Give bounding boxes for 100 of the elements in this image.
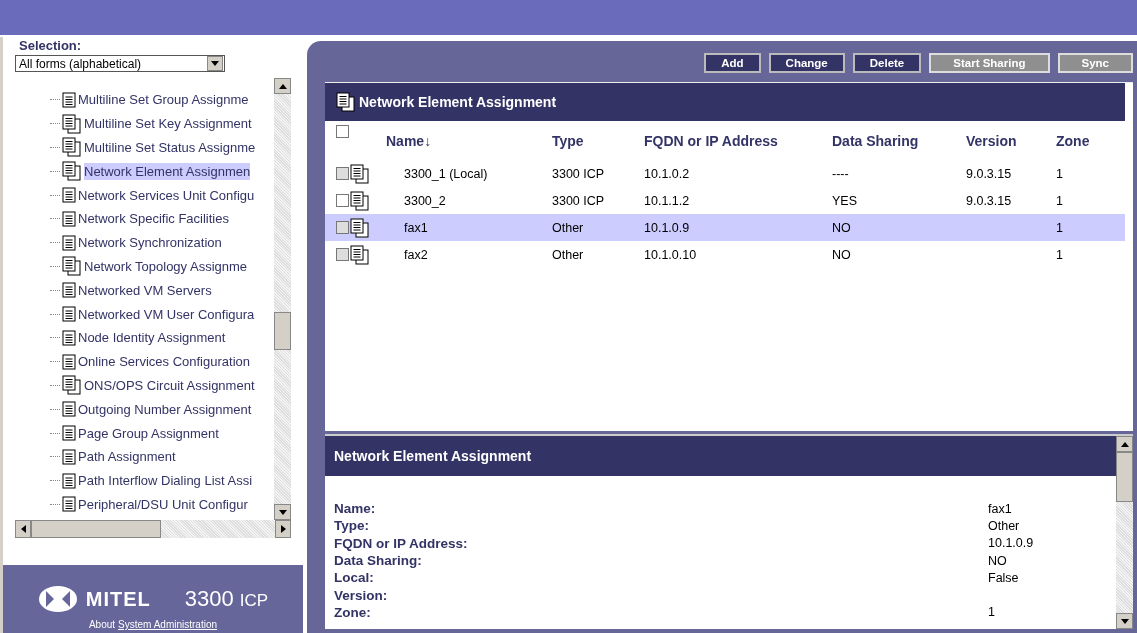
- tree-item[interactable]: Path Interflow Dialing List Assi: [78, 472, 253, 490]
- documents-icon: [336, 92, 356, 112]
- table-cell-text: 3300_2: [403, 193, 447, 208]
- table-cell-text: 10.1.1.2: [644, 193, 691, 208]
- tree-item[interactable]: Network Specific Facilities: [78, 210, 229, 228]
- tree-item[interactable]: Network Topology Assignme: [84, 257, 248, 275]
- documents-icon: [350, 244, 370, 265]
- table-cell-text: YES: [832, 193, 858, 208]
- scroll-up-icon[interactable]: [278, 83, 287, 89]
- toolbar-button[interactable]: Change: [768, 53, 845, 73]
- vertical-scrollbar[interactable]: [274, 78, 291, 520]
- field-label: Data Sharing:: [334, 553, 423, 569]
- table-cell-text: Other: [552, 247, 585, 262]
- table-cell-text: 10.1.0.2: [644, 166, 691, 181]
- documents-icon: [350, 163, 370, 184]
- column-header[interactable]: Version: [966, 133, 1056, 149]
- table-cell-text: fax1: [403, 220, 429, 235]
- documents-icon: [62, 256, 82, 277]
- column-header[interactable]: Zone: [1056, 133, 1116, 149]
- product-name: 3300 ICP: [184, 586, 269, 612]
- documents-icon: [62, 375, 82, 396]
- table-title: Network Element Assignment: [359, 94, 557, 110]
- table-cell-text: 1: [1056, 193, 1064, 208]
- tree-item[interactable]: ONS/OPS Circuit Assignment: [84, 376, 255, 394]
- field-value: NO: [988, 553, 1007, 568]
- tree-item[interactable]: Network Element Assignmen: [84, 162, 251, 180]
- field-label: Zone:: [334, 604, 372, 620]
- scroll-thumb[interactable]: [1116, 452, 1133, 502]
- table-cell-text: ----: [832, 166, 850, 181]
- toolbar-button[interactable]: Add: [704, 53, 761, 73]
- document-icon: [62, 353, 76, 370]
- scroll-down-icon[interactable]: [1120, 618, 1129, 624]
- field-value: 10.1.0.9: [988, 536, 1034, 551]
- document-icon: [62, 496, 76, 513]
- tree-item[interactable]: Networked VM Servers: [78, 281, 212, 299]
- field-label: Local:: [334, 570, 375, 586]
- tree-item[interactable]: Node Identity Assignment: [78, 329, 226, 347]
- field-label: Version:: [334, 587, 389, 603]
- field-label: FQDN or IP Address:: [334, 535, 469, 551]
- document-icon: [62, 401, 76, 418]
- table-cell-text: 3300 ICP: [552, 193, 606, 208]
- logo-text: MITEL: [85, 587, 151, 611]
- field-value: 1: [988, 605, 995, 620]
- documents-icon: [62, 113, 82, 134]
- tree-item[interactable]: Outgoing Number Assignment: [78, 400, 252, 418]
- table-cell-text: fax2: [403, 247, 429, 262]
- forms-dropdown[interactable]: All forms (alphabetical): [15, 55, 225, 72]
- column-header[interactable]: Data Sharing: [832, 133, 966, 149]
- tree-item[interactable]: Network Services Unit Configu: [78, 186, 255, 204]
- about-link[interactable]: System Administration: [118, 619, 218, 630]
- table-cell-text: 1: [1056, 220, 1064, 235]
- details-title: Network Element Assignment: [334, 448, 532, 464]
- tree-item[interactable]: Page Group Assignment: [78, 424, 219, 442]
- scroll-left-icon[interactable]: [20, 525, 26, 533]
- tree-item[interactable]: Online Services Configuration: [78, 353, 250, 371]
- tree-item[interactable]: Peripheral/DSU Unit Configur: [78, 495, 248, 513]
- column-header[interactable]: Name↓: [386, 133, 552, 149]
- document-icon: [62, 425, 76, 442]
- documents-icon: [350, 217, 370, 238]
- toolbar-button[interactable]: Delete: [852, 53, 922, 73]
- field-value: fax1: [988, 501, 1012, 516]
- table-cell-text: 9.0.3.15: [966, 193, 1013, 208]
- horizontal-scrollbar[interactable]: [15, 520, 291, 538]
- field-label: Type:: [334, 518, 370, 534]
- vertical-scrollbar[interactable]: [1116, 436, 1133, 629]
- scroll-thumb[interactable]: [31, 520, 161, 538]
- about-text: About: [88, 619, 116, 630]
- document-icon: [62, 472, 76, 489]
- tree-item[interactable]: Network Synchronization: [78, 234, 222, 252]
- document-icon: [62, 448, 76, 465]
- table-cell-text: 3300 ICP: [552, 166, 606, 181]
- table-cell-text: NO: [832, 247, 852, 262]
- selection-label: Selection:: [18, 37, 83, 53]
- table-cell-text: 9.0.3.15: [966, 166, 1013, 181]
- table-cell-text: Other: [552, 220, 585, 235]
- column-header[interactable]: Type: [552, 133, 644, 149]
- tree-item[interactable]: Multiline Set Key Assignment: [84, 115, 252, 133]
- tree-item[interactable]: Multiline Set Status Assignme: [84, 139, 256, 156]
- select-all-checkbox[interactable]: [336, 125, 349, 138]
- scroll-up-icon[interactable]: [1120, 441, 1129, 447]
- document-icon: [62, 234, 76, 251]
- document-icon: [62, 187, 76, 204]
- table-cell-text: NO: [832, 220, 852, 235]
- tree-item[interactable]: Path Assignment: [78, 448, 176, 466]
- table-cell-text: 1: [1056, 166, 1064, 181]
- table-cell-text: 1: [1056, 247, 1064, 262]
- table-cell-text: 10.1.0.10: [644, 247, 698, 262]
- field-value: Other: [988, 518, 1020, 533]
- scroll-right-icon[interactable]: [280, 525, 286, 533]
- scroll-down-icon[interactable]: [278, 509, 287, 515]
- row-checkbox[interactable]: [336, 194, 349, 207]
- table-cell-text: 3300_1 (Local): [403, 166, 489, 181]
- field-label: Name:: [334, 501, 377, 517]
- column-header[interactable]: FQDN or IP Address: [644, 133, 832, 149]
- document-icon: [62, 282, 76, 299]
- document-icon: [62, 329, 76, 346]
- tree-item[interactable]: Multiline Set Group Assignme: [78, 91, 249, 109]
- tree-item[interactable]: Networked VM User Configura: [78, 305, 255, 323]
- documents-icon: [62, 161, 82, 182]
- scroll-thumb[interactable]: [274, 312, 291, 350]
